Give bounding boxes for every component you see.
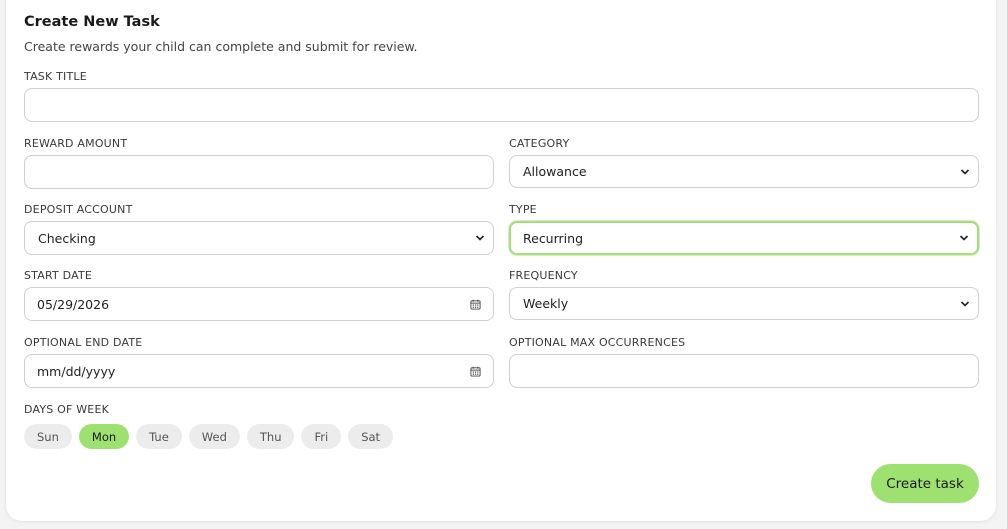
end-date-label: OPTIONAL END DATE (24, 336, 143, 349)
end-date-input[interactable]: mm/dd/yyyy (24, 354, 494, 388)
form-subtitle: Create rewards your child can complete a… (24, 39, 418, 54)
form-title: Create New Task (24, 14, 160, 30)
category-label: CATEGORY (509, 137, 570, 150)
frequency-label: FREQUENCY (509, 269, 578, 282)
task-title-input[interactable] (24, 88, 979, 122)
task-title-label: TASK TITLE (24, 70, 87, 83)
day-chip-wed[interactable]: Wed (188, 424, 240, 449)
deposit-account-select[interactable]: Checking (24, 221, 494, 255)
frequency-select[interactable]: Weekly (509, 287, 979, 320)
days-of-week-group: Sun Mon Tue Wed Thu Fri Sat (24, 424, 394, 449)
category-value: Allowance (523, 164, 587, 179)
day-chip-fri[interactable]: Fri (301, 424, 342, 449)
day-chip-thu[interactable]: Thu (246, 424, 295, 449)
chevron-down-icon (959, 235, 969, 241)
chevron-down-icon (475, 235, 485, 241)
type-select[interactable]: Recurring (509, 221, 979, 255)
day-chip-mon[interactable]: Mon (78, 424, 130, 449)
calendar-icon[interactable] (470, 299, 481, 310)
calendar-icon[interactable] (470, 366, 481, 377)
chevron-down-icon (960, 300, 970, 307)
create-task-button[interactable]: Create task (871, 464, 979, 503)
reward-amount-input[interactable] (24, 155, 494, 189)
reward-amount-label: REWARD AMOUNT (24, 137, 128, 150)
end-date-placeholder: mm/dd/yyyy (37, 363, 116, 379)
start-date-value: 05/29/2026 (37, 296, 110, 312)
deposit-account-label: DEPOSIT ACCOUNT (24, 203, 133, 216)
deposit-account-value: Checking (38, 230, 96, 246)
day-chip-sun[interactable]: Sun (24, 424, 72, 449)
category-select[interactable]: Allowance (509, 155, 979, 188)
type-label: TYPE (509, 203, 537, 216)
chevron-down-icon (960, 168, 970, 175)
type-value: Recurring (523, 230, 583, 246)
frequency-value: Weekly (523, 296, 569, 311)
day-chip-tue[interactable]: Tue (136, 424, 182, 449)
max-occurrences-label: OPTIONAL MAX OCCURRENCES (509, 336, 686, 349)
days-of-week-label: DAYS OF WEEK (24, 403, 110, 416)
start-date-input[interactable]: 05/29/2026 (24, 287, 494, 321)
day-chip-sat[interactable]: Sat (348, 424, 394, 449)
start-date-label: START DATE (24, 269, 93, 282)
max-occurrences-input[interactable] (509, 354, 979, 388)
